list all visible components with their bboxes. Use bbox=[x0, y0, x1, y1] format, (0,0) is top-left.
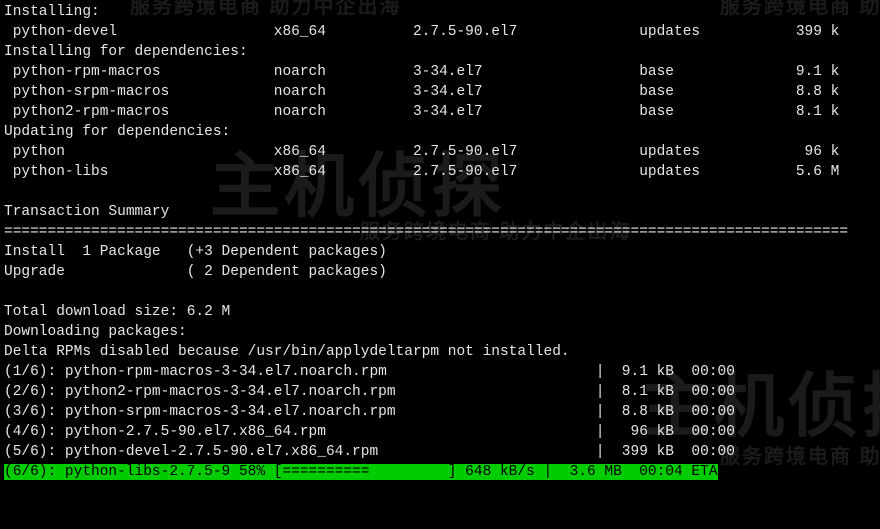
terminal-output: Installing: python-devel x86_64 2.7.5-90… bbox=[0, 0, 880, 484]
download-progress-active: (6/6): python-libs-2.7.5-9 58% [========… bbox=[4, 464, 718, 480]
